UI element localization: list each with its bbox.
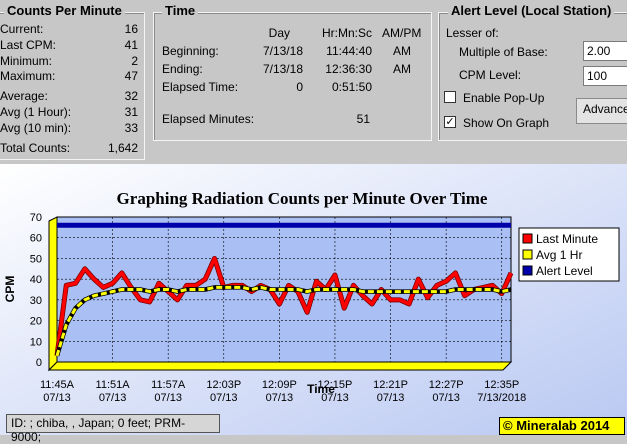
counts-label: Avg (10 min): bbox=[0, 121, 72, 135]
elapsed-minutes-label: Elapsed Minutes: bbox=[162, 112, 255, 126]
chart-title: Graphing Radiation Counts per Minute Ove… bbox=[117, 189, 488, 208]
counts-value: 16 bbox=[124, 22, 138, 36]
enable-popup-label[interactable]: Enable Pop-Up bbox=[463, 91, 544, 105]
alert-group-title: Alert Level (Local Station) bbox=[448, 3, 615, 18]
y-tick-label: 10 bbox=[30, 336, 42, 348]
alert-lesser-label: Lesser of: bbox=[446, 26, 499, 40]
legend-swatch bbox=[522, 265, 533, 276]
x-tick-label: 11:51A bbox=[96, 379, 131, 391]
legend-swatch bbox=[522, 233, 533, 244]
counts-value: 2 bbox=[131, 54, 138, 68]
x-tick-label: 07/13 bbox=[154, 392, 182, 404]
cpm-level-label: CPM Level: bbox=[459, 68, 522, 82]
x-tick-label: 12:35P bbox=[484, 379, 519, 391]
ending-ampm: AM bbox=[393, 62, 411, 76]
counts-label: Maximum: bbox=[0, 69, 56, 83]
x-tick-label: 07/13 bbox=[432, 392, 460, 404]
counts-value: 41 bbox=[124, 38, 138, 52]
chart-svg: 01020304050607011:45A07/1311:51A07/1311:… bbox=[0, 164, 627, 435]
legend-label: Avg 1 Hr bbox=[536, 248, 582, 262]
x-axis-label: Time bbox=[307, 382, 335, 396]
y-tick-label: 0 bbox=[36, 357, 42, 369]
time-header-day: Day bbox=[268, 26, 290, 40]
x-tick-label: 07/13 bbox=[43, 392, 71, 404]
time-group-title: Time bbox=[162, 3, 199, 18]
counts-group-title: Counts Per Minute bbox=[4, 3, 125, 18]
status-bar-location: ID: ; chiba, , Japan; 0 feet; PRM-9000; bbox=[6, 414, 220, 444]
elapsed-minutes-value: 51 bbox=[356, 112, 370, 126]
multiple-of-base-input[interactable] bbox=[583, 41, 627, 61]
x-tick-label: 07/13 bbox=[377, 392, 405, 404]
x-tick-label: 11:57A bbox=[151, 379, 186, 391]
x-tick-label: 07/13 bbox=[99, 392, 127, 404]
plot-floor bbox=[47, 361, 513, 371]
show-on-graph-checkbox[interactable]: ✓ bbox=[444, 116, 456, 128]
cpm-level-input[interactable] bbox=[583, 66, 627, 86]
legend-swatch bbox=[522, 249, 533, 260]
counts-label: Current: bbox=[0, 22, 44, 36]
x-tick-label: 11:45A bbox=[40, 379, 75, 391]
mineralab-brand: © Mineralab 2014 bbox=[499, 417, 625, 435]
x-tick-label: 7/13/2018 bbox=[477, 392, 526, 404]
ending-hms: 12:36:30 bbox=[325, 62, 372, 76]
radiation-chart: 0 10 20 30 40 50 60 70 11:45A 07/13 11:51A 07/13 11:… bbox=[0, 164, 627, 435]
elapsed-hms: 0:51:50 bbox=[331, 80, 372, 94]
elapsed-label: Elapsed Time: bbox=[162, 80, 239, 94]
y-axis-label: CPM bbox=[3, 276, 17, 303]
x-tick-label: 12:09P bbox=[262, 379, 297, 391]
time-header-hms: Hr:Mn:Sc bbox=[321, 26, 372, 40]
checkmark-icon: ✓ bbox=[445, 116, 455, 128]
ending-day: 7/13/18 bbox=[262, 62, 303, 76]
y-tick-label: 40 bbox=[30, 274, 42, 286]
counts-label: Last CPM: bbox=[0, 38, 57, 52]
counts-label: Minimum: bbox=[0, 54, 53, 68]
y-tick-label: 20 bbox=[30, 316, 42, 328]
x-tick-label: 07/13 bbox=[266, 392, 294, 404]
x-tick-label: 12:03P bbox=[206, 379, 241, 391]
legend-label: Last Minute bbox=[536, 232, 598, 246]
x-tick-label: 12:21P bbox=[373, 379, 408, 391]
advanced-button[interactable]: Advanced bbox=[576, 98, 627, 124]
beginning-day: 7/13/18 bbox=[262, 44, 303, 58]
counts-value: 31 bbox=[124, 105, 138, 119]
y-tick-label: 30 bbox=[30, 295, 42, 307]
counts-value: 47 bbox=[124, 69, 138, 83]
ending-label: Ending: bbox=[162, 62, 203, 76]
enable-popup-checkbox[interactable] bbox=[444, 91, 456, 103]
x-tick-label: 12:27P bbox=[429, 379, 464, 391]
counts-label: Avg (1 Hour): bbox=[0, 105, 72, 119]
y-tick-label: 60 bbox=[30, 233, 42, 245]
counts-label: Average: bbox=[0, 89, 48, 103]
beginning-ampm: AM bbox=[393, 44, 411, 58]
elapsed-day: 0 bbox=[296, 80, 303, 94]
time-header-ampm: AM/PM bbox=[382, 26, 422, 40]
beginning-hms: 11:44:40 bbox=[326, 44, 372, 58]
beginning-label: Beginning: bbox=[162, 44, 219, 58]
y-tick-label: 50 bbox=[30, 253, 42, 265]
counts-value: 33 bbox=[124, 121, 138, 135]
counts-label: Total Counts: bbox=[0, 141, 71, 155]
legend-label: Alert Level bbox=[536, 264, 593, 278]
x-tick-label: 07/13 bbox=[210, 392, 238, 404]
counts-value: 1,642 bbox=[107, 141, 138, 155]
y-tick-label: 70 bbox=[30, 212, 42, 224]
multiple-of-base-label: Multiple of Base: bbox=[459, 45, 548, 59]
show-on-graph-label[interactable]: Show On Graph bbox=[463, 116, 549, 130]
counts-value: 32 bbox=[124, 89, 138, 103]
